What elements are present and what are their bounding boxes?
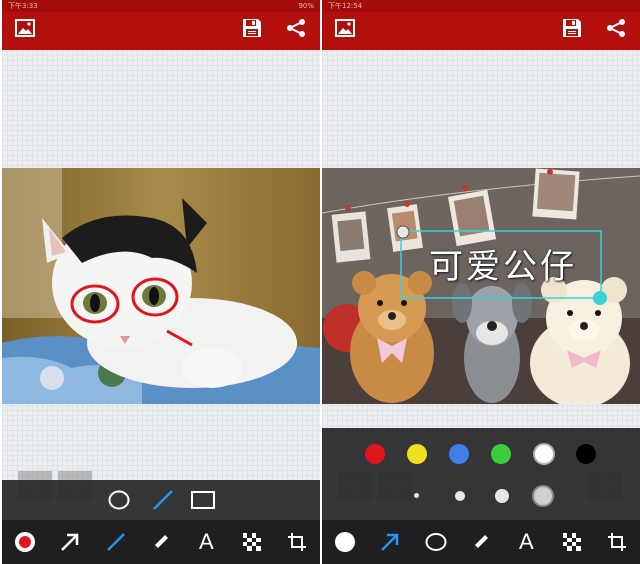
arrow-tool-icon[interactable] — [47, 520, 92, 564]
text-tool-label: A — [519, 529, 534, 554]
rectangle-shape-icon[interactable] — [191, 491, 215, 513]
line-shape-icon[interactable] — [152, 489, 174, 515]
save-icon[interactable] — [239, 15, 265, 41]
shape-options-bar — [2, 480, 320, 520]
arrow-tool-icon[interactable] — [367, 520, 412, 564]
text-resize-handle[interactable] — [593, 291, 607, 305]
crop-tool-icon[interactable] — [275, 520, 320, 564]
circle-tool-icon[interactable] — [413, 520, 458, 564]
bottom-toolbar: A — [2, 520, 320, 564]
pencil-tool-icon[interactable] — [458, 520, 503, 564]
pencil-tool-icon[interactable] — [138, 520, 183, 564]
left-screen: 下午3:33 90% A — [2, 0, 320, 564]
app-bar — [2, 12, 320, 50]
color-swatch-green[interactable] — [491, 444, 511, 464]
status-time: 下午3:33 — [8, 2, 38, 10]
teddy-photo[interactable]: 可爱公仔 — [322, 168, 640, 404]
bottom-toolbar: A — [322, 520, 640, 564]
color-dot-icon[interactable] — [322, 520, 367, 564]
app-bar — [322, 12, 640, 50]
status-battery: 90% — [298, 2, 314, 10]
size-l[interactable] — [532, 485, 554, 507]
share-icon[interactable] — [603, 15, 629, 41]
text-tool-label: A — [199, 529, 214, 554]
text-tool-icon[interactable]: A — [184, 520, 229, 564]
cat-photo[interactable] — [2, 168, 320, 404]
size-s[interactable] — [455, 491, 465, 501]
text-tool-icon[interactable]: A — [504, 520, 549, 564]
image-icon[interactable] — [12, 15, 38, 41]
color-swatch-black[interactable] — [576, 444, 596, 464]
save-icon[interactable] — [559, 15, 585, 41]
status-time: 下午12:54 — [328, 2, 363, 10]
crop-tool-icon[interactable] — [595, 520, 640, 564]
share-icon[interactable] — [283, 15, 309, 41]
circle-shape-icon[interactable] — [108, 490, 130, 514]
style-options-panel — [322, 428, 640, 520]
mosaic-tool-icon[interactable] — [549, 520, 594, 564]
mosaic-tool-icon[interactable] — [229, 520, 274, 564]
color-swatch-red[interactable] — [365, 444, 385, 464]
color-swatch-yellow[interactable] — [407, 444, 427, 464]
color-dot-icon[interactable] — [2, 520, 47, 564]
annotation-text[interactable]: 可爱公仔 — [408, 234, 598, 292]
color-swatch-blue[interactable] — [449, 444, 469, 464]
color-swatch-white[interactable] — [533, 443, 555, 465]
status-bar: 下午3:33 90% — [2, 0, 320, 12]
image-icon[interactable] — [332, 15, 358, 41]
line-tool-icon[interactable] — [93, 520, 138, 564]
size-xs[interactable] — [414, 493, 419, 498]
status-bar: 下午12:54 — [322, 0, 640, 12]
right-screen: 下午12:54 可爱公仔 A — [322, 0, 640, 564]
size-m[interactable] — [495, 489, 509, 503]
